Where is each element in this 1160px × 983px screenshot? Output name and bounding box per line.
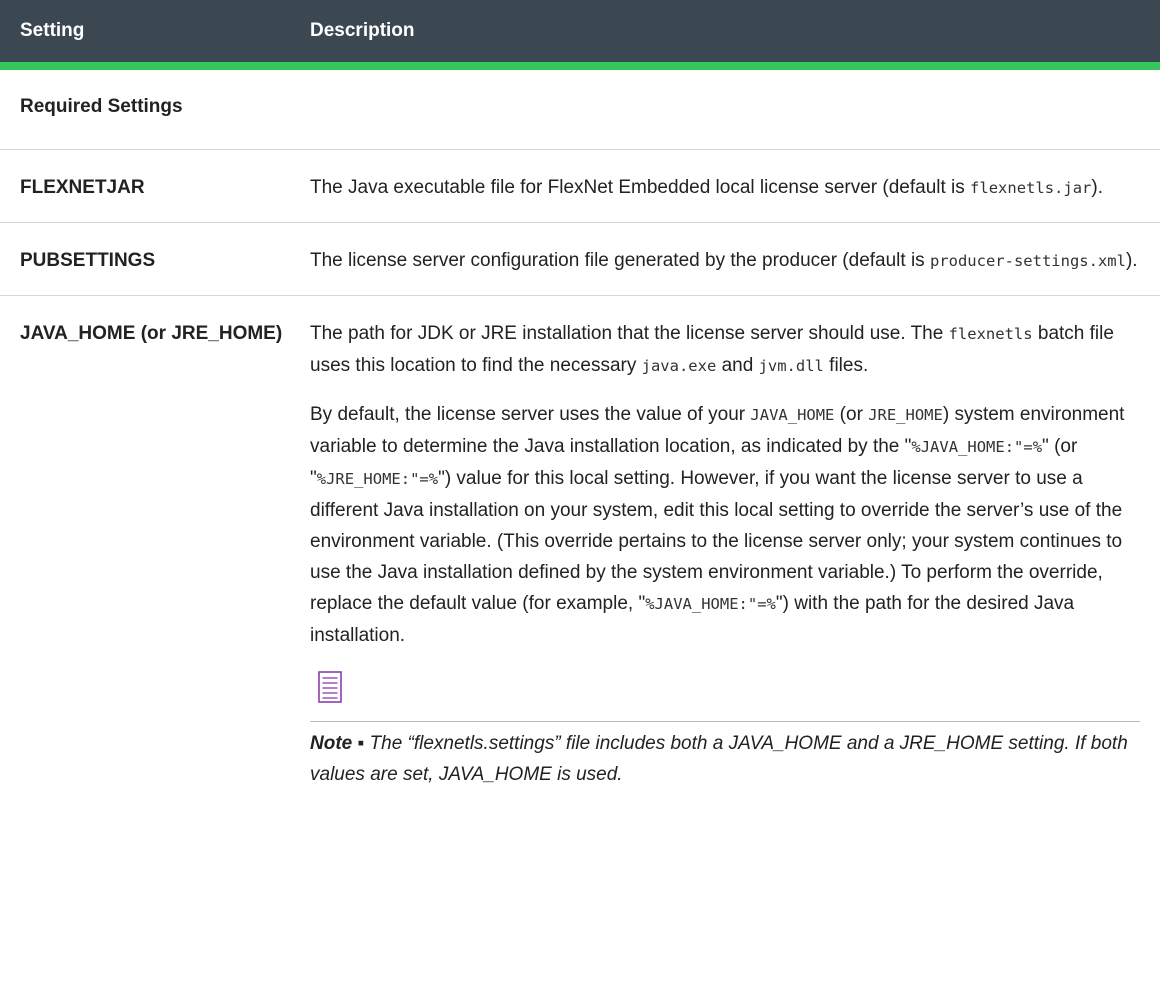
description-paragraph: By default, the license server uses the …	[310, 404, 1125, 646]
note-label: Note ▪	[310, 733, 370, 754]
code-text: jvm.dll	[758, 357, 824, 375]
table-row: JAVA_HOME (or JRE_HOME) The path for JDK…	[0, 296, 1160, 809]
code-text: %JAVA_HOME:"=%	[645, 595, 776, 613]
code-text: %JRE_HOME:"=%	[316, 470, 439, 488]
table-row: FLEXNETJAR The Java executable file for …	[0, 149, 1160, 223]
table-header-row: Setting Description	[0, 0, 1160, 70]
setting-description: The path for JDK or JRE installation tha…	[302, 296, 1160, 809]
note-divider	[310, 721, 1140, 722]
code-text: JRE_HOME	[868, 406, 943, 424]
note-text: Note ▪ The “flexnetls.settings” file inc…	[310, 733, 1128, 785]
setting-name: PUBSETTINGS	[0, 222, 302, 296]
code-text: flexnetls	[948, 325, 1033, 343]
note-block: Note ▪ The “flexnetls.settings” file inc…	[310, 669, 1140, 790]
code-text: flexnetls.jar	[970, 179, 1092, 197]
code-text: %JAVA_HOME:"=%	[911, 438, 1043, 456]
section-row: Required Settings	[0, 66, 1160, 150]
setting-name: FLEXNETJAR	[0, 149, 302, 223]
setting-description: The Java executable file for FlexNet Emb…	[302, 149, 1160, 223]
table-row: PUBSETTINGS The license server configura…	[0, 222, 1160, 296]
description-paragraph: The path for JDK or JRE installation tha…	[310, 323, 1114, 376]
header-setting: Setting	[0, 0, 302, 70]
setting-description: The license server configuration file ge…	[302, 222, 1160, 296]
code-text: producer-settings.xml	[929, 252, 1126, 270]
settings-table: Setting Description Required Settings FL…	[0, 0, 1160, 808]
header-description: Description	[302, 0, 1160, 70]
section-title: Required Settings	[0, 66, 1160, 150]
code-text: JAVA_HOME	[750, 406, 835, 424]
setting-name: JAVA_HOME (or JRE_HOME)	[20, 323, 283, 344]
note-icon	[310, 669, 346, 705]
code-text: java.exe	[641, 357, 717, 375]
